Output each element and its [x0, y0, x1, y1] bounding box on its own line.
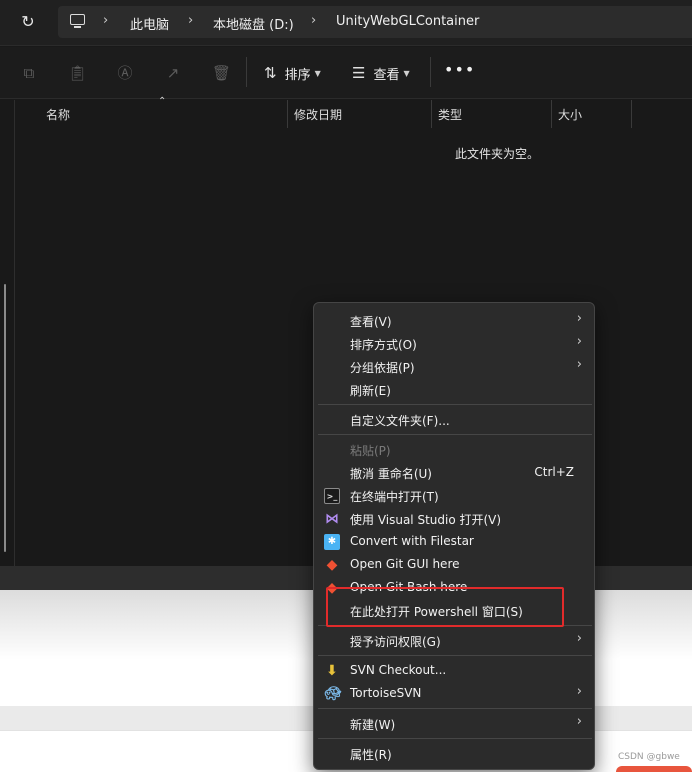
copy-icon[interactable]: ⧉	[20, 64, 38, 82]
menu-item-properties[interactable]: 属性(R)	[314, 742, 596, 765]
menu-item-label: SVN Checkout...	[350, 663, 447, 677]
menu-item-customize-folder[interactable]: 自定义文件夹(F)...	[314, 408, 596, 431]
menu-item-tortoise-svn[interactable]: 🐢︎ TortoiseSVN ›	[314, 682, 596, 705]
filestar-icon: ✱	[324, 534, 340, 550]
view-label: 查看	[373, 67, 400, 83]
toolbar-divider	[246, 57, 247, 87]
breadcrumb-current-folder[interactable]: UnityWebGLContainer	[336, 14, 479, 29]
git-icon: ◆	[326, 557, 338, 573]
menu-item-label: 排序方式(O)	[350, 338, 417, 352]
toolbar-divider	[430, 57, 431, 87]
tortoise-svn-icon: 🐢︎	[324, 686, 342, 702]
menu-item-git-gui[interactable]: ◆ Open Git GUI here	[314, 553, 596, 576]
menu-item-view[interactable]: 查看(V) ›	[314, 309, 596, 332]
chevron-down-icon: ▼	[314, 68, 321, 78]
sort-label: 排序	[284, 67, 311, 83]
sort-icon: ⇅	[264, 64, 277, 82]
menu-separator	[318, 404, 592, 405]
menu-item-refresh[interactable]: 刷新(E)	[314, 378, 596, 401]
svn-checkout-icon: ⬇	[326, 663, 338, 679]
column-divider[interactable]	[551, 100, 552, 128]
sort-caret-icon: ⌃	[158, 96, 167, 107]
menu-item-sort-by[interactable]: 排序方式(O) ›	[314, 332, 596, 355]
chevron-right-icon: ›	[576, 357, 582, 372]
menu-item-label: 属性(R)	[350, 748, 392, 762]
chevron-right-icon[interactable]: ›	[311, 13, 316, 28]
chevron-right-icon: ›	[576, 334, 582, 349]
terminal-icon: >_	[324, 488, 340, 504]
nav-pane-scrollbar[interactable]	[4, 284, 6, 552]
menu-item-undo-rename[interactable]: 撤消 重命名(U) Ctrl+Z	[314, 461, 596, 484]
address-box[interactable]: › 此电脑 › 本地磁盘 (D:) › UnityWebGLContainer	[58, 6, 692, 38]
menu-item-filestar[interactable]: ✱ Convert with Filestar	[314, 530, 596, 553]
menu-item-shortcut: Ctrl+Z	[534, 465, 574, 479]
rename-icon[interactable]: Ⓐ	[116, 64, 134, 82]
column-type[interactable]: 类型	[438, 106, 462, 123]
menu-item-label: Open Git GUI here	[350, 557, 460, 571]
empty-folder-message: 此文件夹为空。	[455, 147, 540, 161]
more-options-button[interactable]: •••	[444, 60, 475, 79]
background-badge	[616, 766, 692, 772]
column-name[interactable]: 名称	[46, 106, 70, 123]
menu-separator	[318, 738, 592, 739]
menu-item-label: 撤消 重命名(U)	[350, 467, 432, 481]
view-icon: ☰	[352, 64, 366, 82]
column-size[interactable]: 大小	[558, 106, 582, 123]
menu-separator	[318, 708, 592, 709]
chevron-right-icon: ›	[576, 684, 582, 699]
column-date-modified[interactable]: 修改日期	[294, 106, 342, 123]
delete-icon[interactable]: 🗑︎	[212, 64, 231, 82]
menu-item-open-visual-studio[interactable]: ⋈ 使用 Visual Studio 打开(V)	[314, 507, 596, 530]
chevron-right-icon: ›	[576, 311, 582, 326]
nav-pane-border	[14, 100, 15, 566]
menu-separator	[318, 434, 592, 435]
chevron-down-icon: ▼	[403, 68, 410, 78]
command-bar: ⧉ 📋︎ Ⓐ ↗ 🗑︎ ⇅ 排序 ▼ ☰ 查看 ▼	[0, 47, 692, 99]
column-header: ⌃ 名称 修改日期 类型 大小	[0, 96, 692, 128]
breadcrumb-this-pc[interactable]: 此电脑	[130, 14, 169, 33]
menu-item-paste: 粘贴(P)	[314, 438, 596, 461]
address-bar: ↻ › 此电脑 › 本地磁盘 (D:) › UnityWebGLContaine…	[0, 0, 692, 46]
view-button[interactable]: ☰ 查看 ▼	[352, 61, 410, 85]
menu-item-label: 自定义文件夹(F)...	[350, 414, 450, 428]
column-divider[interactable]	[287, 100, 288, 128]
menu-item-label: 授予访问权限(G)	[350, 635, 441, 649]
highlight-annotation-box	[326, 587, 564, 627]
menu-item-give-access[interactable]: 授予访问权限(G) ›	[314, 629, 596, 652]
watermark: CSDN @gbwe	[618, 752, 680, 762]
chevron-right-icon: ›	[576, 631, 582, 646]
menu-separator	[318, 655, 592, 656]
context-menu: 查看(V) › 排序方式(O) › 分组依据(P) › 刷新(E) 自定义文件夹…	[313, 302, 595, 770]
refresh-icon[interactable]: ↻	[18, 12, 38, 32]
breadcrumb-local-disk[interactable]: 本地磁盘 (D:)	[213, 14, 294, 33]
menu-item-label: 查看(V)	[350, 315, 392, 329]
menu-item-label: 粘贴(P)	[350, 444, 391, 458]
menu-item-open-terminal[interactable]: >_ 在终端中打开(T)	[314, 484, 596, 507]
chevron-right-icon: ›	[576, 714, 582, 729]
menu-item-label: 在终端中打开(T)	[350, 490, 439, 504]
paste-icon[interactable]: 📋︎	[68, 64, 87, 82]
sort-button[interactable]: ⇅ 排序 ▼	[264, 61, 321, 85]
column-divider[interactable]	[431, 100, 432, 128]
column-divider[interactable]	[631, 100, 632, 128]
menu-item-label: 使用 Visual Studio 打开(V)	[350, 513, 502, 527]
computer-icon[interactable]	[70, 14, 85, 28]
menu-item-label: 分组依据(P)	[350, 361, 415, 375]
chevron-right-icon[interactable]: ›	[188, 13, 193, 28]
menu-item-group-by[interactable]: 分组依据(P) ›	[314, 355, 596, 378]
menu-item-label: 新建(W)	[350, 718, 396, 732]
visual-studio-icon: ⋈	[325, 511, 339, 527]
menu-item-label: Convert with Filestar	[350, 534, 474, 548]
menu-item-svn-checkout[interactable]: ⬇ SVN Checkout...	[314, 659, 596, 682]
chevron-right-icon[interactable]: ›	[103, 13, 108, 28]
menu-item-label: TortoiseSVN	[350, 686, 422, 700]
menu-item-label: 刷新(E)	[350, 384, 391, 398]
menu-item-new[interactable]: 新建(W) ›	[314, 712, 596, 735]
share-icon[interactable]: ↗	[164, 64, 182, 82]
